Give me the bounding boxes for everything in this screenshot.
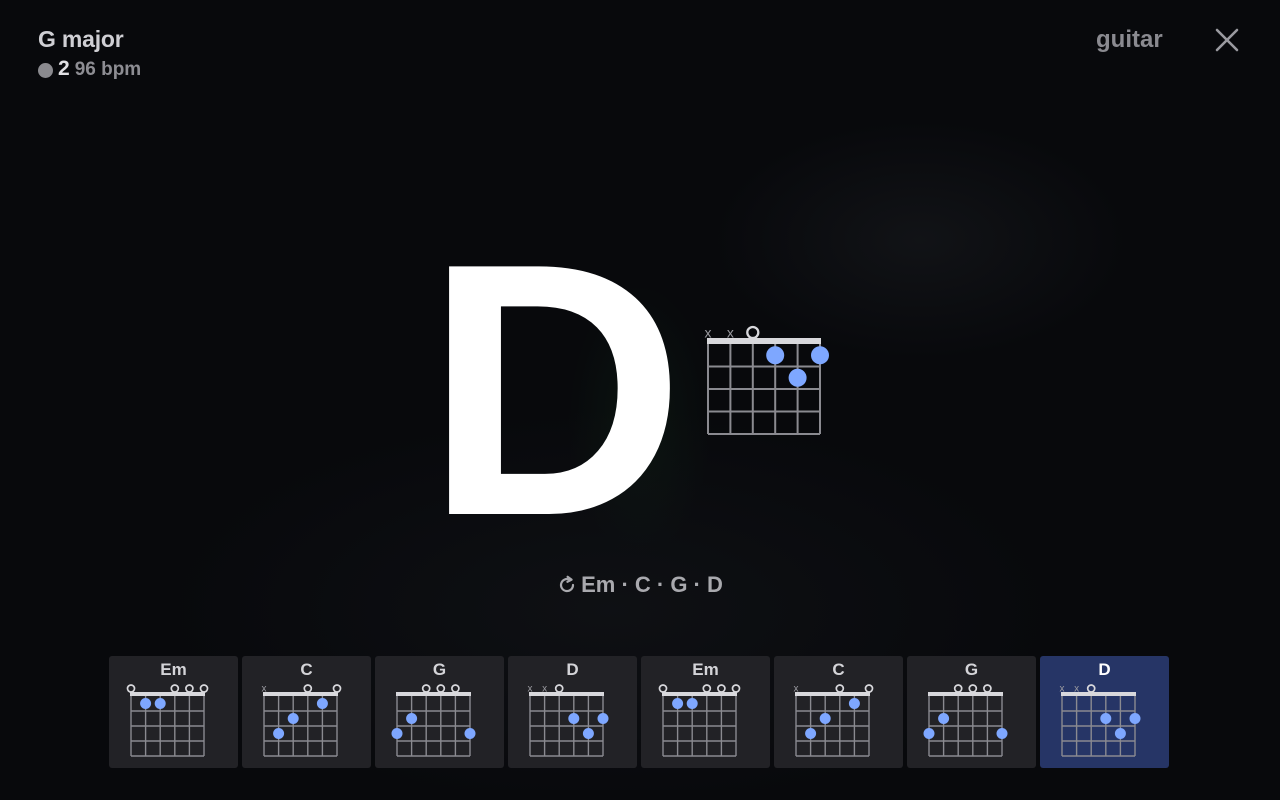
finger-dot xyxy=(848,698,860,709)
open-string-icon xyxy=(953,684,963,693)
finger-dot xyxy=(938,713,950,724)
progression-text: Em · C · G · D xyxy=(581,572,723,597)
muted-string-icon: x xyxy=(528,684,533,695)
open-string-icon xyxy=(983,684,992,693)
finger-dot xyxy=(597,713,609,724)
open-string-icon xyxy=(436,684,446,693)
open-string-icon xyxy=(451,684,460,693)
chord-tile-diagram xyxy=(391,684,476,757)
loop-icon xyxy=(557,575,577,601)
finger-dot xyxy=(766,346,785,365)
chord-tile-diagram xyxy=(126,684,209,757)
chord-tile-diagram xyxy=(658,684,741,757)
chord-nut xyxy=(263,692,338,696)
finger-dot xyxy=(1114,728,1126,739)
open-string-icon xyxy=(968,684,978,693)
finger-dot xyxy=(464,728,476,739)
chord-nut xyxy=(396,692,471,696)
finger-dot xyxy=(1129,713,1141,724)
open-string-icon xyxy=(126,684,136,693)
open-string-icon xyxy=(702,684,712,693)
open-string-icon xyxy=(1086,684,1096,693)
chord-nut xyxy=(928,692,1003,696)
finger-dot xyxy=(582,728,594,739)
finger-dot xyxy=(316,698,328,709)
finger-dot xyxy=(1100,713,1112,724)
chord-nut xyxy=(130,692,205,696)
close-icon xyxy=(1215,28,1239,52)
progression-loop: Em · C · G · D xyxy=(0,572,1280,601)
beat-count: 2 xyxy=(58,57,70,80)
finger-dot xyxy=(811,346,829,365)
chord-tile[interactable]: Cx xyxy=(242,656,371,768)
chord-tile[interactable]: Em xyxy=(641,656,770,768)
finger-dot xyxy=(819,713,831,724)
open-string-icon xyxy=(731,684,741,693)
muted-string-icon: x xyxy=(705,324,712,340)
chord-nut xyxy=(795,692,870,696)
instrument-toggle-button[interactable]: guitar xyxy=(1096,26,1163,54)
open-string-icon xyxy=(185,684,194,693)
current-chord-name: D xyxy=(425,189,685,591)
muted-string-icon: x xyxy=(1074,684,1079,695)
open-string-icon xyxy=(332,684,342,693)
current-chord-diagram: xx xyxy=(705,324,829,435)
open-string-icon xyxy=(746,325,760,340)
open-string-icon xyxy=(421,684,431,693)
chord-tile-diagram: xx xyxy=(528,684,609,757)
finger-dot xyxy=(805,728,817,739)
open-string-icon xyxy=(554,684,564,693)
finger-dot xyxy=(568,713,580,724)
close-button[interactable] xyxy=(1212,26,1242,56)
finger-dot xyxy=(406,713,418,724)
tempo-row: 2 96 bpm xyxy=(38,57,141,81)
muted-string-icon: x xyxy=(542,684,547,695)
chord-nut xyxy=(529,692,604,696)
muted-string-icon: x xyxy=(262,684,267,695)
finger-dot xyxy=(672,698,684,709)
chord-nut xyxy=(707,338,821,344)
chord-tile[interactable]: G xyxy=(375,656,504,768)
chord-tile-diagram xyxy=(923,684,1008,757)
finger-dot xyxy=(273,728,285,739)
chord-tile[interactable]: Em xyxy=(109,656,238,768)
song-info: G major 2 96 bpm xyxy=(38,26,141,81)
open-string-icon xyxy=(199,684,209,693)
chord-nut xyxy=(1061,692,1136,696)
finger-dot xyxy=(391,728,403,739)
finger-dot xyxy=(996,728,1008,739)
finger-dot xyxy=(788,368,807,387)
finger-dot xyxy=(140,698,152,709)
beat-indicator-icon xyxy=(38,62,53,78)
open-string-icon xyxy=(170,684,180,693)
chord-tile[interactable]: Cx xyxy=(774,656,903,768)
muted-string-icon: x xyxy=(794,684,799,695)
muted-string-icon: x xyxy=(1060,684,1065,695)
finger-dot xyxy=(287,713,299,724)
key-title: G major xyxy=(38,26,124,52)
open-string-icon xyxy=(303,684,313,693)
tempo-label: 96 bpm xyxy=(74,59,142,80)
chord-strip: Em Cx G Dx x Em Cx G Dx x xyxy=(109,656,1169,768)
finger-dot xyxy=(686,698,698,709)
finger-dot xyxy=(154,698,166,709)
open-string-icon xyxy=(717,684,726,693)
chord-tile-diagram: x xyxy=(262,684,342,757)
chord-tile[interactable]: Dxx xyxy=(508,656,637,768)
open-string-icon xyxy=(864,684,874,693)
chord-tile-diagram: x xyxy=(794,684,874,757)
finger-dot xyxy=(923,728,935,739)
chord-tile-diagram: xx xyxy=(1060,684,1141,757)
chord-nut xyxy=(662,692,737,696)
open-string-icon xyxy=(658,684,668,693)
open-string-icon xyxy=(835,684,845,693)
muted-string-icon: x xyxy=(727,324,734,340)
chord-tile[interactable]: Dxx xyxy=(1040,656,1169,768)
chord-tile[interactable]: G xyxy=(907,656,1036,768)
